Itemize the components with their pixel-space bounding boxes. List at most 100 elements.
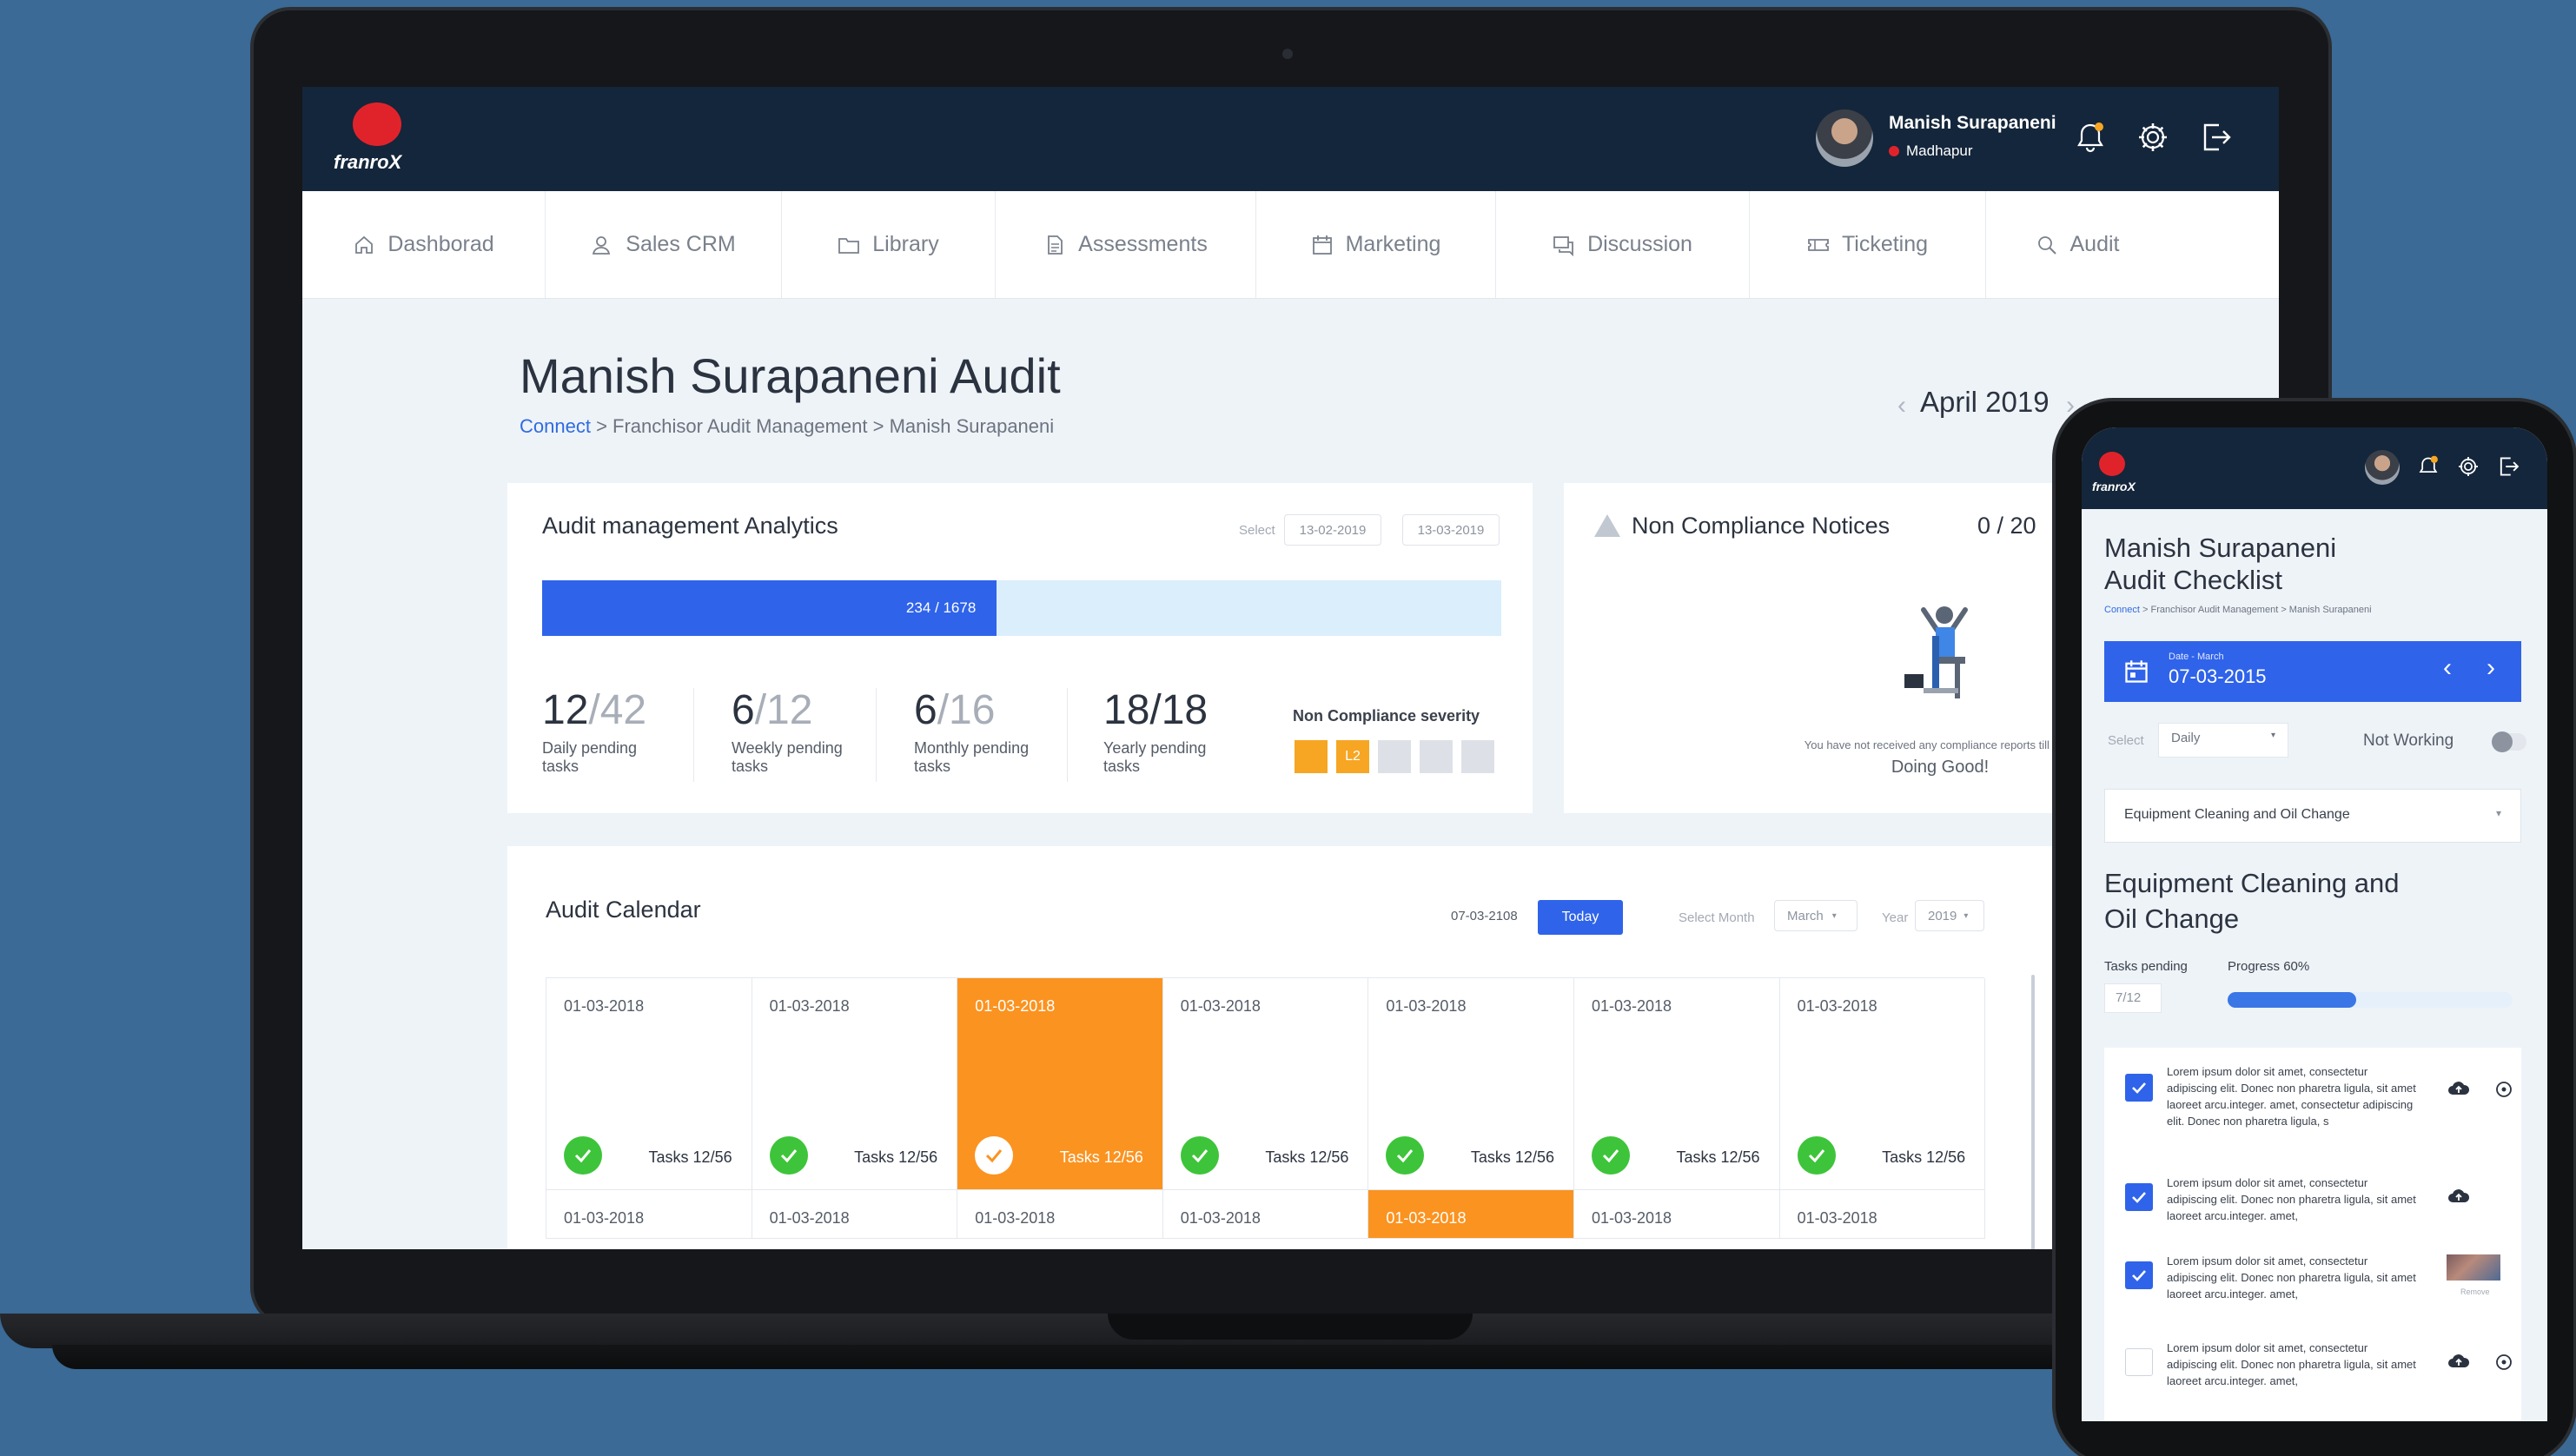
severity-level-1 — [1295, 740, 1328, 773]
analytics-title: Audit management Analytics — [542, 513, 838, 539]
date-picker[interactable]: Date - March 07-03-2015 ‹ › — [2104, 641, 2521, 702]
day-date: 01-03-2018 — [1591, 1209, 1672, 1227]
avatar[interactable] — [2365, 450, 2400, 485]
top-header: franroX Manish Surapaneni Madhapur — [302, 87, 2279, 191]
laptop-notch — [1108, 1314, 1473, 1340]
brand-logo[interactable]: franroX — [334, 103, 412, 177]
not-working-toggle[interactable] — [2492, 731, 2526, 752]
nav-label: Assessments — [1078, 232, 1208, 256]
nav-audit[interactable]: Audit — [1986, 191, 2169, 298]
completed-icon — [1591, 1136, 1630, 1175]
bell-icon[interactable] — [2415, 453, 2441, 480]
attachment-thumbnail[interactable] — [2447, 1254, 2500, 1281]
nav-label: Sales CRM — [626, 232, 736, 256]
folder-icon — [838, 237, 860, 254]
location-dot-icon — [1889, 146, 1899, 156]
current-date: 07-03-2108 — [1451, 909, 1518, 923]
add-circle-icon[interactable] — [2495, 1081, 2513, 1098]
mobile-screen: franroX Manish Surapaneni Audit Checklist… — [2082, 427, 2547, 1421]
calendar-day-cell[interactable]: 01-03-2018 Tasks 12/56 — [1779, 978, 1986, 1190]
user-name: Manish Surapaneni — [1889, 113, 2056, 133]
calendar-day-cell[interactable]: 01-03-2018 Tasks 12/56 — [752, 978, 958, 1190]
calendar-day-cell[interactable]: 01-03-2018 Tasks 12/56 — [1573, 978, 1780, 1190]
calendar-day-cell[interactable]: 01-03-2018 — [1779, 1190, 1986, 1239]
completed-icon — [564, 1136, 602, 1175]
not-working-label: Not Working — [2363, 731, 2454, 750]
date-to-field[interactable]: 13-03-2019 — [1402, 514, 1500, 546]
day-tasks: Tasks 12/56 — [1470, 1148, 1554, 1166]
warning-icon — [1594, 514, 1620, 537]
cloud-upload-icon[interactable] — [2447, 1352, 2471, 1371]
check-icon — [2132, 1082, 2146, 1094]
section-title: Equipment Cleaning and Oil Change — [2104, 865, 2400, 936]
frequency-select[interactable]: Daily ▾ — [2158, 723, 2288, 758]
calendar-day-cell[interactable]: 01-03-2018 — [1573, 1190, 1780, 1239]
item-text: Lorem ipsum dolor sit amet, consectetur … — [2167, 1341, 2416, 1387]
chevron-down-icon: ▾ — [2495, 807, 2501, 819]
logout-icon[interactable] — [2495, 453, 2521, 480]
nav-sales-crm[interactable]: Sales CRM — [546, 191, 782, 298]
day-date: 01-03-2018 — [975, 997, 1056, 1015]
calendar-day-cell[interactable]: 01-03-2018 — [752, 1190, 958, 1239]
day-tasks: Tasks 12/56 — [1265, 1148, 1349, 1166]
nav-ticketing[interactable]: Ticketing — [1750, 191, 1986, 298]
nav-library[interactable]: Library — [782, 191, 996, 298]
item-checkbox[interactable] — [2125, 1261, 2153, 1289]
calendar-day-cell[interactable]: 01-03-2018 — [957, 1190, 1163, 1239]
year-select[interactable]: 2019 ▾ — [1915, 900, 1984, 931]
date-from-field[interactable]: 13-02-2019 — [1284, 514, 1381, 546]
calendar-day-cell[interactable]: 01-03-2018 — [1368, 1190, 1574, 1239]
today-button[interactable]: Today — [1538, 900, 1623, 935]
calendar-day-cell[interactable]: 01-03-2018 Tasks 12/56 — [546, 978, 752, 1190]
title-line: Manish Surapaneni — [2104, 533, 2337, 563]
breadcrumb-link[interactable]: Connect — [520, 415, 591, 437]
check-icon — [1191, 1149, 1208, 1163]
search-icon — [2037, 235, 2056, 255]
calendar-day-cell[interactable]: 01-03-2018 Tasks 12/56 — [957, 978, 1163, 1190]
calendar-day-cell[interactable]: 01-03-2018 — [546, 1190, 752, 1239]
day-date: 01-03-2018 — [1180, 1209, 1261, 1227]
calendar-day-cell[interactable]: 01-03-2018 — [1162, 1190, 1369, 1239]
month-select[interactable]: March ▾ — [1774, 900, 1858, 931]
calendar-icon — [1312, 235, 1332, 255]
day-date: 01-03-2018 — [975, 1209, 1056, 1227]
bell-icon[interactable] — [2071, 118, 2109, 156]
stat-label: tasks — [914, 758, 951, 775]
add-circle-icon[interactable] — [2495, 1353, 2513, 1371]
nav-dashboard[interactable]: Dashborad — [302, 191, 546, 298]
day-tasks: Tasks 12/56 — [648, 1148, 732, 1166]
calendar-day-cell[interactable]: 01-03-2018 Tasks 12/56 — [1368, 978, 1574, 1190]
severity-level-2: L2 — [1336, 740, 1369, 773]
nav-marketing[interactable]: Marketing — [1256, 191, 1496, 298]
gear-icon[interactable] — [2455, 453, 2481, 480]
completed-icon — [769, 1136, 808, 1175]
prev-month-icon[interactable]: ‹ — [1897, 391, 1906, 420]
nav-discussion[interactable]: Discussion — [1496, 191, 1750, 298]
prev-date-icon[interactable]: ‹ — [2443, 653, 2452, 683]
nav-assessments[interactable]: Assessments — [996, 191, 1256, 298]
user-location-text: Madhapur — [1906, 142, 1973, 159]
checklist-dropdown[interactable]: Equipment Cleaning and Oil Change ▾ — [2104, 789, 2521, 843]
breadcrumb-path: > Franchisor Audit Management > Manish S… — [590, 415, 1055, 437]
gear-icon[interactable] — [2134, 118, 2172, 156]
item-checkbox[interactable] — [2125, 1348, 2153, 1376]
calendar-day-cell[interactable]: 01-03-2018 Tasks 12/56 — [1162, 978, 1369, 1190]
item-checkbox[interactable] — [2125, 1183, 2153, 1211]
logout-icon[interactable] — [2196, 118, 2235, 156]
stat-total: /16 — [937, 687, 996, 733]
next-date-icon[interactable]: › — [2487, 653, 2495, 683]
cloud-upload-icon[interactable] — [2447, 1187, 2471, 1206]
day-date: 01-03-2018 — [769, 1209, 850, 1227]
checklist: Lorem ipsum dolor sit amet, consectetur … — [2104, 1048, 2521, 1421]
item-checkbox[interactable] — [2125, 1074, 2153, 1102]
select-month-label: Select Month — [1679, 910, 1755, 925]
check-icon — [986, 1149, 1003, 1163]
breadcrumb-path: > Franchisor Audit Management > Manish S… — [2139, 605, 2372, 615]
avatar[interactable] — [1816, 109, 1873, 167]
calendar-scrollbar[interactable] — [2031, 975, 2035, 1249]
day-tasks: Tasks 12/56 — [1676, 1148, 1760, 1166]
tasks-pending-value: 7/12 — [2104, 983, 2162, 1013]
cloud-upload-icon[interactable] — [2447, 1079, 2471, 1098]
breadcrumb-link[interactable]: Connect — [2104, 605, 2140, 615]
remove-link[interactable]: Remove — [2460, 1287, 2490, 1296]
